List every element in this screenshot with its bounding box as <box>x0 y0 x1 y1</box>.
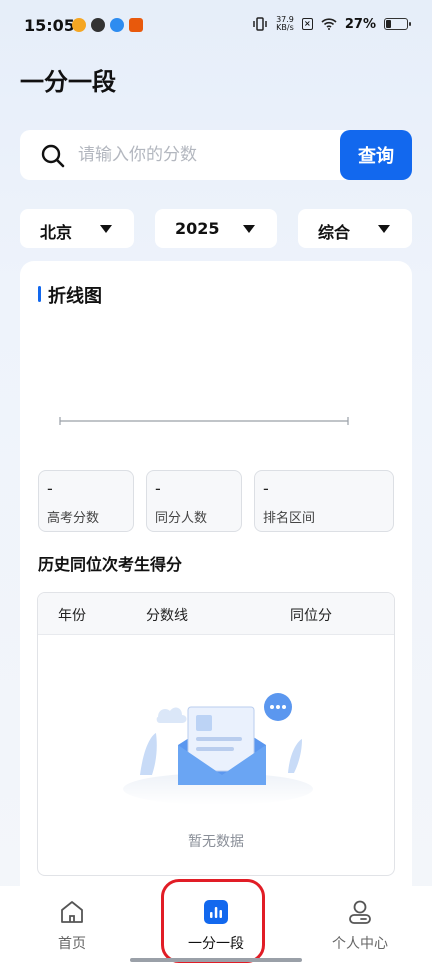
nav-score-rank-label: 一分一段 <box>188 936 244 952</box>
status-right: 37.9 KB/s × 27% <box>252 15 411 32</box>
stat-score-value: - <box>47 479 53 498</box>
search-bar: 查询 <box>20 130 412 180</box>
empty-text: 暂无数据 <box>188 834 244 850</box>
caret-down-icon <box>243 225 255 233</box>
line-chart-title: 折线图 <box>38 282 102 308</box>
column-equivalent-score: 同位分 <box>290 608 332 624</box>
caret-down-icon <box>378 225 390 233</box>
notification-icons <box>72 18 143 32</box>
battery-percent: 27% <box>344 16 376 32</box>
province-select[interactable]: 北京 <box>20 209 134 248</box>
stat-rank-range: - 排名区间 <box>254 470 394 532</box>
weibo-icon <box>72 18 86 32</box>
battery-fill <box>386 20 391 28</box>
app-icon <box>91 18 105 32</box>
table-header: 年份 分数线 同位分 <box>38 593 394 635</box>
x-status-icon: × <box>301 18 313 30</box>
net-speed: 37.9 KB/s <box>276 15 294 32</box>
nav-home[interactable]: 首页 <box>0 886 144 956</box>
caret-down-icon <box>100 225 112 233</box>
stat-rank-range-value: - <box>263 479 269 498</box>
stat-same-count-label: 同分人数 <box>155 511 208 526</box>
app-icon <box>129 18 143 32</box>
history-table: 年份 分数线 同位分 暂无数据 <box>37 592 395 876</box>
nav-profile-label: 个人中心 <box>332 936 388 952</box>
status-bar: 15:05 37.9 KB/s × 27% <box>0 0 432 50</box>
subject-select[interactable]: 综合 <box>298 209 412 248</box>
column-score-line: 分数线 <box>146 608 188 624</box>
status-time: 15:05 <box>24 16 75 35</box>
result-card: 折线图 - 高考分数 - 同分人数 - 排名区间 历史同位次考生得分 年份 分数… <box>20 261 412 901</box>
year-select[interactable]: 2025 <box>155 209 277 248</box>
column-year: 年份 <box>58 608 86 624</box>
battery-icon <box>384 18 411 30</box>
user-icon <box>349 900 371 924</box>
vibrate-icon <box>253 17 267 31</box>
search-icon <box>41 144 65 168</box>
subject-label: 综合 <box>318 223 351 242</box>
stat-same-count-value: - <box>155 479 161 498</box>
bottom-nav: 首页 一分一段 个人中心 <box>0 886 432 964</box>
bar-chart-icon <box>204 900 228 924</box>
history-title: 历史同位次考生得分 <box>38 555 183 574</box>
province-label: 北京 <box>40 223 73 242</box>
score-input[interactable] <box>78 130 338 180</box>
line-chart <box>59 417 349 425</box>
year-label: 2025 <box>175 219 220 238</box>
empty-mailbox-icon <box>123 693 313 805</box>
nav-profile[interactable]: 个人中心 <box>288 886 432 956</box>
query-button[interactable]: 查询 <box>340 130 412 180</box>
home-icon <box>61 901 83 923</box>
wifi-icon <box>321 18 337 30</box>
stat-score-label: 高考分数 <box>47 511 100 526</box>
nav-score-rank[interactable]: 一分一段 <box>144 886 288 956</box>
app-icon <box>110 18 124 32</box>
stat-same-count: - 同分人数 <box>146 470 242 532</box>
home-indicator[interactable] <box>130 958 302 962</box>
page-title: 一分一段 <box>20 68 116 96</box>
nav-home-label: 首页 <box>58 936 86 952</box>
stat-rank-range-label: 排名区间 <box>263 511 316 526</box>
stat-score: - 高考分数 <box>38 470 134 532</box>
